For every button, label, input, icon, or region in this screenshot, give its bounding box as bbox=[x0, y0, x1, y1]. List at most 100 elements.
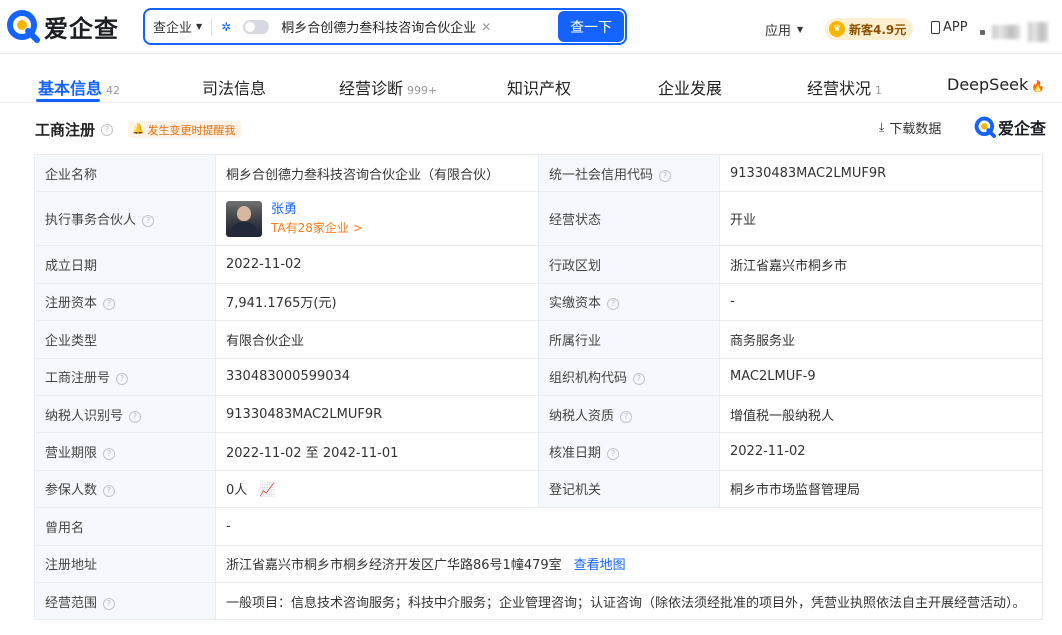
table-row: 经营范围? 一般项目：信息技术咨询服务；科技中介服务；企业管理咨询；认证咨询（除… bbox=[34, 581, 1043, 621]
value-company-type: 有限合伙企业 bbox=[215, 320, 539, 359]
help-icon[interactable]: ? bbox=[633, 373, 646, 386]
value-address: 浙江省嘉兴市桐乡市桐乡经济开发区广华路86号1幢479室 查看地图 bbox=[215, 544, 1043, 583]
tab-development[interactable]: 企业发展 bbox=[658, 75, 722, 99]
label-company-name: 企业名称 bbox=[34, 153, 216, 193]
help-icon[interactable]: ? bbox=[101, 123, 114, 136]
value-credit-code: 91330483MAC2LMUF9R bbox=[719, 153, 1043, 193]
value-approve-date: 2022-11-02 bbox=[719, 432, 1043, 471]
value-tax-id: 91330483MAC2LMUF9R bbox=[215, 394, 539, 434]
tab-count: 42 bbox=[106, 84, 121, 97]
label-reg-no: 工商注册号? bbox=[34, 357, 216, 396]
label-tax-qualification: 纳税人资质? bbox=[538, 394, 720, 434]
label-text: 工商注册号 bbox=[45, 371, 111, 387]
new-customer-promo[interactable]: ♛ 新客4.9元 bbox=[825, 18, 914, 40]
tab-basic-info[interactable]: 基本信息 42 bbox=[38, 75, 120, 99]
tab-label: 企业发展 bbox=[658, 79, 723, 98]
help-icon[interactable]: ? bbox=[659, 169, 672, 182]
table-row: 参保人数? 0人 📈 登记机关 桐乡市市场监督管理局 bbox=[34, 469, 1043, 509]
help-icon[interactable]: ? bbox=[116, 373, 129, 386]
top-header: 爱企查 查企业 ▼ ✲ ✕ 查一下 应用 ▼ ♛ 新客4.9元 APP bbox=[0, 0, 1062, 54]
value-reg-no: 330483000599034 bbox=[215, 357, 539, 396]
avatar[interactable] bbox=[226, 200, 262, 237]
user-account[interactable] bbox=[980, 22, 1048, 42]
label-region: 行政区划 bbox=[538, 245, 720, 284]
tab-label: 知识产权 bbox=[507, 79, 572, 98]
tab-operation[interactable]: 经营状况 1 bbox=[807, 75, 882, 99]
help-icon[interactable]: ? bbox=[620, 410, 633, 423]
table-row: 工商注册号? 330483000599034 组织机构代码? MAC2LMUF-… bbox=[34, 357, 1043, 396]
label-industry: 所属行业 bbox=[538, 320, 720, 359]
partner-name-link[interactable]: 张勇 bbox=[271, 201, 363, 219]
toggle-switch[interactable] bbox=[243, 19, 270, 34]
avatar bbox=[1028, 22, 1048, 42]
label-text: 参保人数 bbox=[45, 483, 98, 499]
label-partner: 执行事务合伙人? bbox=[34, 191, 216, 247]
search-button[interactable]: 查一下 bbox=[558, 11, 624, 42]
label-text: 实缴资本 bbox=[549, 296, 602, 312]
help-icon[interactable]: ? bbox=[103, 597, 116, 610]
tab-ip[interactable]: 知识产权 bbox=[507, 75, 571, 99]
tab-deepseek[interactable]: DeepSeek 🔥 bbox=[947, 75, 1045, 94]
view-map-link[interactable]: 查看地图 bbox=[574, 558, 626, 573]
search-type-dropdown[interactable]: 查企业 ▼ bbox=[145, 10, 202, 43]
app-label: APP bbox=[943, 20, 968, 35]
label-text: 营业期限 bbox=[45, 446, 98, 462]
help-icon[interactable]: ? bbox=[607, 448, 620, 461]
help-icon[interactable]: ? bbox=[607, 298, 620, 311]
value-authority: 桐乡市市场监督管理局 bbox=[719, 469, 1043, 509]
label-company-type: 企业类型 bbox=[34, 320, 216, 359]
partner-companies-link[interactable]: TA有28家企业 > bbox=[271, 219, 363, 237]
label-text: 组织机构代码 bbox=[549, 371, 628, 387]
table-row: 成立日期 2022-11-02 行政区划 浙江省嘉兴市桐乡市 bbox=[34, 245, 1043, 284]
value-capital: 7,941.1765万(元) bbox=[215, 282, 539, 322]
value-region: 浙江省嘉兴市桐乡市 bbox=[719, 245, 1043, 284]
label-text: 纳税人资质 bbox=[549, 408, 615, 424]
app-download-link[interactable]: APP bbox=[931, 20, 968, 35]
apps-menu[interactable]: 应用 ▼ bbox=[765, 20, 803, 39]
download-icon: ⤓ bbox=[879, 120, 885, 134]
value-tax-qualification: 增值税一般纳税人 bbox=[719, 394, 1043, 434]
help-icon[interactable]: ? bbox=[103, 298, 116, 311]
label-address: 注册地址 bbox=[34, 544, 216, 583]
table-row: 注册地址 浙江省嘉兴市桐乡市桐乡经济开发区广华路86号1幢479室 查看地图 bbox=[34, 544, 1043, 583]
change-remind-button[interactable]: 🔔 发生变更时提醒我 bbox=[128, 121, 242, 138]
avatar bbox=[992, 25, 1020, 39]
atom-icon: ✲ bbox=[221, 19, 232, 34]
help-icon[interactable]: ? bbox=[103, 448, 116, 461]
deep-think-toggle[interactable]: ✲ bbox=[221, 19, 270, 34]
tab-label: 经营诊断 bbox=[339, 79, 404, 98]
partner-card: 张勇 TA有28家企业 > bbox=[226, 200, 528, 237]
label-business-term: 营业期限? bbox=[34, 432, 216, 471]
logo-q-icon bbox=[974, 116, 996, 138]
divider bbox=[211, 17, 213, 36]
section-title-text: 工商注册 bbox=[35, 121, 96, 139]
download-label: 下载数据 bbox=[889, 122, 942, 137]
logo[interactable]: 爱企查 bbox=[6, 8, 119, 44]
value-business-term: 2022-11-02 至 2042-11-01 bbox=[215, 432, 539, 471]
help-icon[interactable]: ? bbox=[103, 485, 116, 498]
main-tabs: 基本信息 42 司法信息 经营诊断 999+ 知识产权 企业发展 经营状况 1 … bbox=[0, 63, 1062, 103]
label-insured: 参保人数? bbox=[34, 469, 216, 509]
search-input[interactable] bbox=[281, 19, 478, 34]
bell-icon: 🔔 bbox=[132, 124, 145, 135]
table-row: 注册资本? 7,941.1765万(元) 实缴资本? - bbox=[34, 282, 1043, 322]
help-icon[interactable]: ? bbox=[129, 410, 142, 423]
trend-chart-icon[interactable]: 📈 bbox=[259, 483, 275, 498]
label-capital: 注册资本? bbox=[34, 282, 216, 322]
tab-diagnosis[interactable]: 经营诊断 999+ bbox=[339, 75, 437, 99]
logo-text: 爱企查 bbox=[44, 14, 119, 43]
tab-label: DeepSeek bbox=[947, 75, 1029, 94]
clear-icon[interactable]: ✕ bbox=[481, 20, 491, 34]
section-title: 工商注册 ? bbox=[35, 119, 114, 140]
tab-label: 基本信息 bbox=[38, 79, 103, 98]
tab-judicial[interactable]: 司法信息 bbox=[202, 75, 266, 99]
brand-watermark: 爱企查 bbox=[974, 115, 1046, 139]
label-text: 纳税人识别号 bbox=[45, 408, 124, 424]
fire-icon: 🔥 bbox=[1031, 80, 1045, 93]
help-icon[interactable]: ? bbox=[142, 215, 155, 228]
table-row: 企业类型 有限合伙企业 所属行业 商务服务业 bbox=[34, 320, 1043, 359]
insured-count: 0人 bbox=[226, 483, 248, 499]
value-former-name: - bbox=[215, 507, 1043, 546]
download-data-button[interactable]: ⤓ 下载数据 bbox=[879, 118, 941, 137]
active-tab-indicator bbox=[36, 99, 100, 102]
